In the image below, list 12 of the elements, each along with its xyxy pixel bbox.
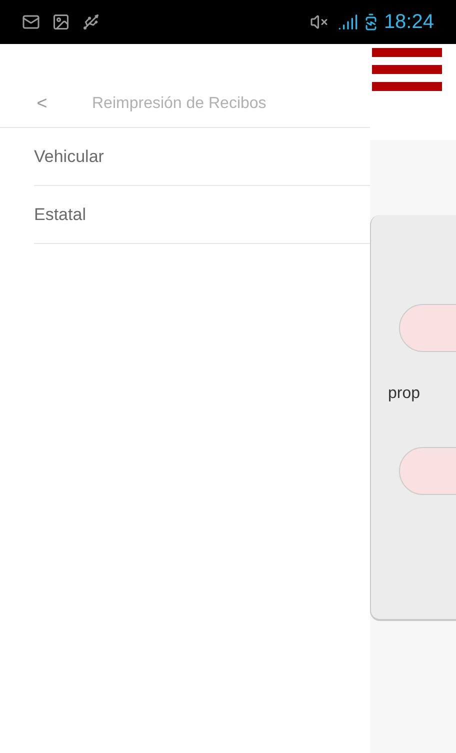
clock-time: 18:24 (384, 10, 434, 35)
mail-icon (22, 13, 40, 31)
signal-icon (338, 12, 358, 32)
menu-item[interactable]: Estatal (34, 202, 86, 228)
drawer-title: Reimpresión de Recibos (92, 94, 266, 114)
menu-icon[interactable] (372, 48, 442, 91)
menu-item[interactable]: Vehicular (34, 144, 104, 170)
back-button[interactable]: < (34, 90, 50, 117)
mute-icon (310, 13, 328, 31)
image-icon (52, 13, 70, 31)
card-text: prop (388, 384, 420, 404)
usb-icon (82, 13, 100, 31)
